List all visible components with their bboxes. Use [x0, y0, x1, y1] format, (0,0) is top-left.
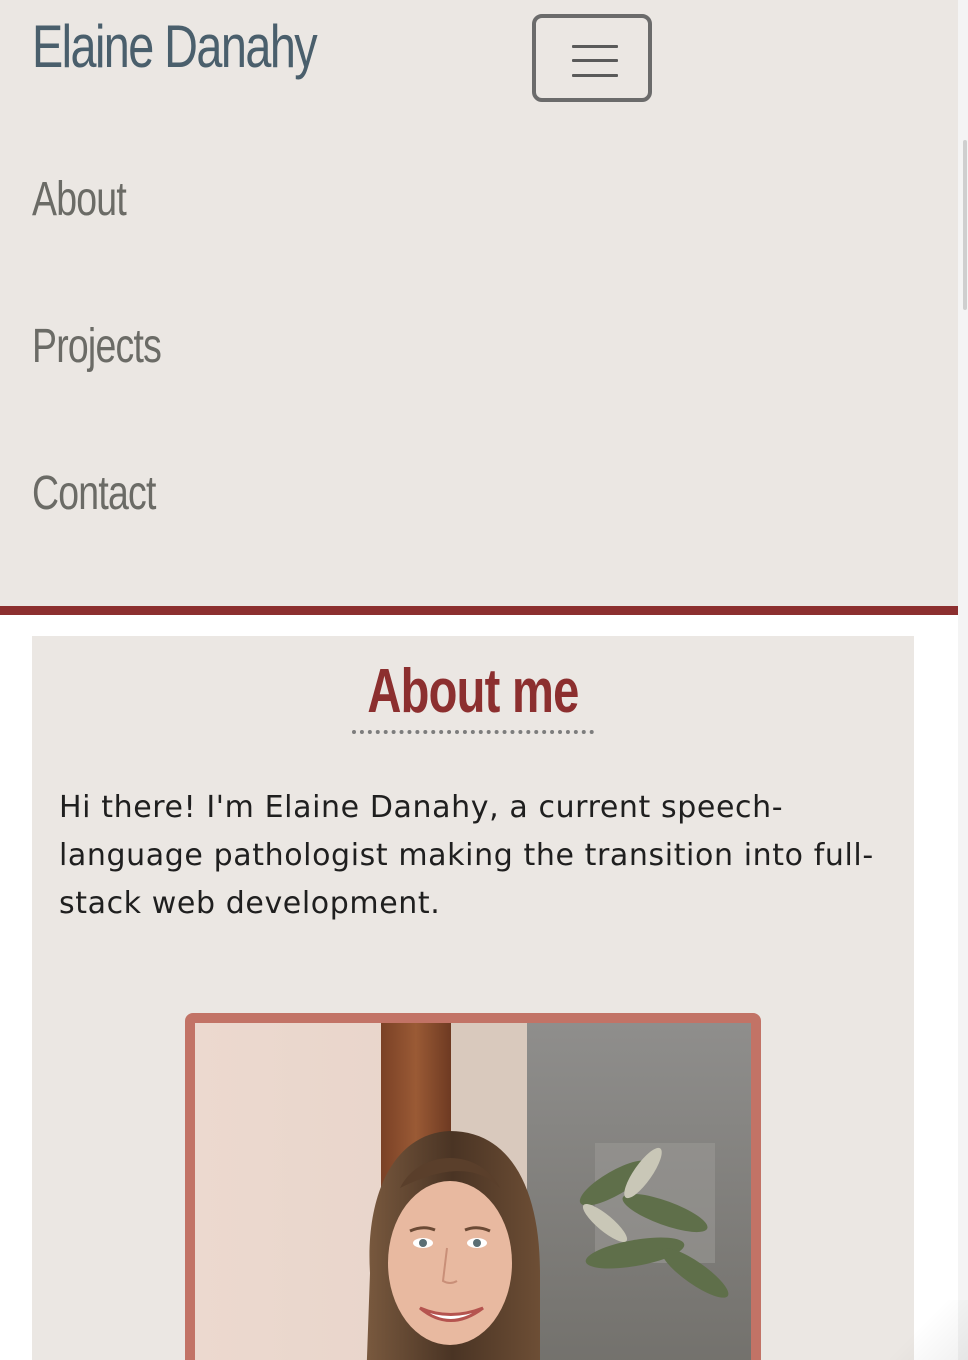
nav-link-about[interactable]: About	[32, 172, 127, 227]
header-divider	[0, 606, 958, 615]
navbar-toggle-button[interactable]	[532, 14, 652, 102]
profile-photo	[195, 1023, 751, 1360]
about-section: About me Hi there! I'm Elaine Danahy, a …	[32, 636, 914, 1360]
about-heading: About me	[367, 657, 579, 726]
navbar: Elaine Danahy About Projects Contact	[0, 0, 958, 606]
nav-link-projects[interactable]: Projects	[32, 319, 162, 374]
nav-link-contact[interactable]: Contact	[32, 466, 156, 521]
heading-underline	[352, 730, 594, 734]
brand-logo-link[interactable]: Elaine Danahy	[32, 12, 318, 81]
page-shadow	[890, 1300, 968, 1360]
about-intro-text: Hi there! I'm Elaine Danahy, a current s…	[59, 790, 874, 921]
profile-photo-frame	[185, 1013, 761, 1360]
page: Elaine Danahy About Projects Contact Abo…	[0, 0, 968, 1360]
scrollbar-thumb[interactable]	[963, 140, 967, 310]
